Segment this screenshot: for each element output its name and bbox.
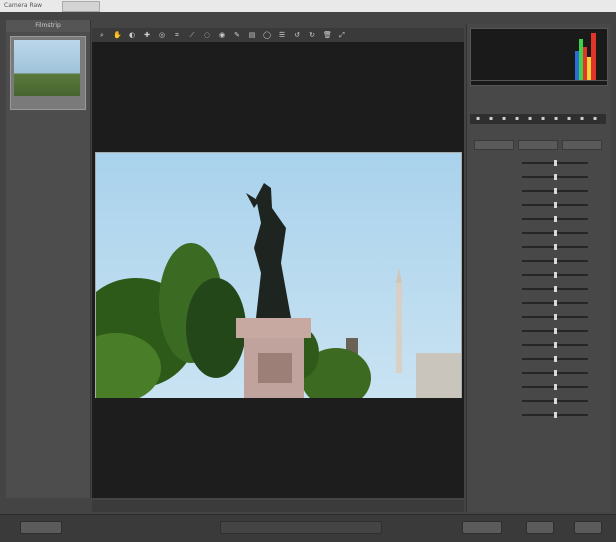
graduated-icon[interactable]: ▤ [248, 31, 256, 39]
histogram-yellow [587, 57, 591, 81]
slider-knob[interactable] [553, 398, 557, 404]
slider-knob[interactable] [553, 314, 557, 320]
slider-knob[interactable] [553, 328, 557, 334]
preferences-icon[interactable]: ☰ [278, 31, 286, 39]
slider-knob[interactable] [553, 174, 557, 180]
radial-icon[interactable]: ◯ [263, 31, 271, 39]
panel-button-1[interactable] [518, 140, 558, 150]
control-slider-1[interactable] [522, 174, 588, 180]
preview-empty-area [92, 398, 464, 498]
slider-knob[interactable] [553, 370, 557, 376]
brush-icon[interactable]: ✎ [233, 31, 241, 39]
control-slider-13[interactable] [522, 342, 588, 348]
control-slider-17[interactable] [522, 398, 588, 404]
histogram-red [583, 47, 587, 81]
split-toning-icon[interactable]: ▪ [526, 115, 534, 123]
histogram-red-peak [591, 33, 596, 81]
workflow-options-link[interactable] [220, 521, 382, 534]
control-slider-16[interactable] [522, 384, 588, 390]
slider-knob[interactable] [553, 286, 557, 292]
hand-icon[interactable]: ✋ [113, 31, 122, 39]
hsl-icon[interactable]: ▪ [513, 115, 521, 123]
control-slider-18[interactable] [522, 412, 588, 418]
zoom-icon[interactable]: ⌕ [98, 31, 106, 39]
panel-button-0[interactable] [474, 140, 514, 150]
snapshots-icon[interactable]: ▪ [591, 115, 599, 123]
tone-curve-icon[interactable]: ▪ [487, 115, 495, 123]
slider-knob[interactable] [553, 356, 557, 362]
save-image-button[interactable] [20, 521, 62, 534]
basic-icon[interactable]: ▪ [474, 115, 482, 123]
slider-knob[interactable] [553, 188, 557, 194]
toolbar: ⌕ ✋ ◐ ✚ ◎ ⌗ ⟋ ◌ ◉ ✎ ▤ ◯ ☰ ↺ ↻ 🗑 ⤢ [92, 28, 464, 43]
color-sampler-icon[interactable]: ✚ [143, 31, 151, 39]
histogram-blue [575, 51, 579, 81]
control-slider-14[interactable] [522, 356, 588, 362]
target-icon[interactable]: ◎ [158, 31, 166, 39]
control-slider-10[interactable] [522, 300, 588, 306]
filmstrip-header: Filmstrip [6, 20, 90, 32]
lens-icon[interactable]: ▪ [539, 115, 547, 123]
histogram-graph [471, 33, 607, 81]
photo-preview[interactable] [95, 152, 462, 399]
rgb-readout [470, 88, 606, 110]
straighten-icon[interactable]: ⟋ [188, 31, 196, 39]
rotate-right-icon[interactable]: ↻ [308, 31, 316, 39]
title-tab[interactable] [62, 1, 100, 12]
control-slider-5[interactable] [522, 230, 588, 236]
slider-knob[interactable] [553, 202, 557, 208]
thumbnail-image[interactable] [14, 40, 80, 96]
histogram [470, 28, 608, 86]
slider-knob[interactable] [553, 384, 557, 390]
control-slider-12[interactable] [522, 328, 588, 334]
slider-knob[interactable] [553, 244, 557, 250]
control-slider-11[interactable] [522, 314, 588, 320]
control-slider-0[interactable] [522, 160, 588, 166]
presets-icon[interactable]: ▪ [578, 115, 586, 123]
crop-icon[interactable]: ⌗ [173, 31, 181, 39]
panel-tabs: ▪ ▪ ▪ ▪ ▪ ▪ ▪ ▪ ▪ ▪ [470, 114, 606, 124]
histogram-green [579, 39, 583, 81]
window-title: Camera Raw [4, 2, 43, 9]
slider-knob[interactable] [553, 272, 557, 278]
detail-icon[interactable]: ▪ [500, 115, 508, 123]
slider-knob[interactable] [553, 216, 557, 222]
control-slider-2[interactable] [522, 188, 588, 194]
control-slider-6[interactable] [522, 244, 588, 250]
redeye-icon[interactable]: ◉ [218, 31, 226, 39]
fullscreen-icon[interactable]: ⤢ [338, 31, 346, 39]
control-slider-8[interactable] [522, 272, 588, 278]
control-slider-15[interactable] [522, 370, 588, 376]
cancel-button[interactable] [526, 521, 554, 534]
slider-knob[interactable] [553, 412, 557, 418]
trash-icon[interactable]: 🗑 [323, 31, 332, 39]
effects-icon[interactable]: ▪ [552, 115, 560, 123]
control-slider-4[interactable] [522, 216, 588, 222]
white-balance-icon[interactable]: ◐ [128, 31, 136, 39]
statue-photo [96, 153, 461, 398]
control-slider-3[interactable] [522, 202, 588, 208]
calibration-icon[interactable]: ▪ [565, 115, 573, 123]
slider-knob[interactable] [553, 258, 557, 264]
control-slider-7[interactable] [522, 258, 588, 264]
slider-knob[interactable] [553, 230, 557, 236]
slider-knob[interactable] [553, 300, 557, 306]
slider-knob[interactable] [553, 160, 557, 166]
preview-status-bar [92, 500, 464, 512]
done-button[interactable] [574, 521, 602, 534]
panel-button-2[interactable] [562, 140, 602, 150]
rotate-left-icon[interactable]: ↺ [293, 31, 301, 39]
open-image-button[interactable] [462, 521, 502, 534]
control-slider-9[interactable] [522, 286, 588, 292]
slider-knob[interactable] [553, 342, 557, 348]
spot-icon[interactable]: ◌ [203, 31, 211, 39]
